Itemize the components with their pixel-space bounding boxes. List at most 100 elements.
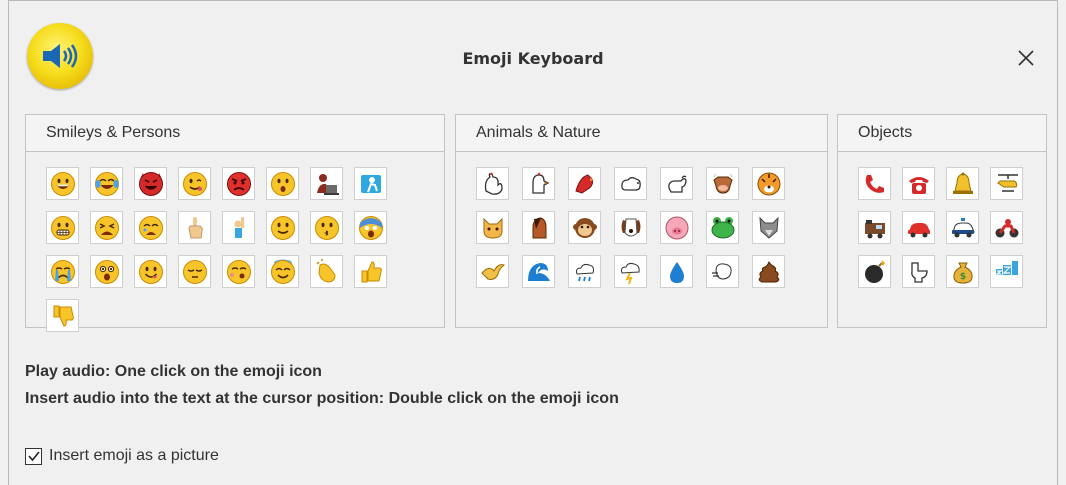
emoji-button-grimacing-face[interactable]	[46, 211, 79, 244]
wind-face-icon	[711, 262, 732, 280]
animals-panel: Animals & Nature	[455, 114, 828, 328]
emoji-button-tired-face[interactable]	[90, 211, 123, 244]
emoji-button-grinning-face[interactable]	[46, 167, 79, 200]
objects-grid: $	[858, 167, 1023, 288]
emoji-button-cloud-with-rain[interactable]	[568, 255, 601, 288]
emoji-button-pensive-face[interactable]	[178, 255, 211, 288]
emoji-button-smiling-face-with-horns[interactable]	[134, 167, 167, 200]
help-insert-audio: Insert audio into the text at the cursor…	[25, 390, 619, 407]
pensive-face-icon	[182, 259, 207, 284]
smileys-panel-title: Smileys & Persons	[26, 115, 444, 152]
rooster-icon	[484, 171, 503, 195]
emoji-button-bird-flying[interactable]	[476, 255, 509, 288]
emoji-button-goat[interactable]	[660, 167, 693, 200]
emoji-button-automobile[interactable]	[902, 211, 935, 244]
droplet-icon	[669, 261, 684, 283]
emoji-button-person-with-laptop[interactable]	[310, 167, 343, 200]
emoji-button-sheep[interactable]	[614, 167, 647, 200]
emoji-button-helicopter[interactable]	[990, 167, 1023, 200]
bird-flying-icon	[480, 263, 505, 280]
emoji-button-toilet[interactable]	[902, 255, 935, 288]
grinning-face-icon	[50, 171, 75, 196]
smiling-face-with-horns-icon	[138, 171, 163, 196]
emoji-button-slightly-smiling-face[interactable]	[266, 211, 299, 244]
kissing-face-icon	[226, 259, 251, 284]
person-walking-icon	[360, 174, 381, 193]
emoji-button-smiling-face-with-halo[interactable]	[266, 255, 299, 288]
emoji-button-money-bag[interactable]: $	[946, 255, 979, 288]
telephone-icon	[908, 176, 929, 194]
insert-picture-checkbox[interactable]	[25, 447, 42, 465]
emoji-button-bomb[interactable]	[858, 255, 891, 288]
emoji-button-monkey-face[interactable]	[568, 211, 601, 244]
emoji-button-astonished-face[interactable]	[90, 255, 123, 288]
emoji-button-raised-finger[interactable]	[178, 211, 211, 244]
emoji-button-frog-face[interactable]	[706, 211, 739, 244]
emoji-button-thumbs-up[interactable]	[354, 255, 387, 288]
insert-picture-option[interactable]: Insert emoji as a picture	[25, 447, 219, 465]
emoji-button-person-walking[interactable]	[354, 167, 387, 200]
emoji-button-rooster[interactable]	[476, 167, 509, 200]
face-blowing-kiss-icon	[314, 215, 339, 240]
emoji-button-telephone-receiver[interactable]	[858, 167, 891, 200]
dog-face-icon	[621, 218, 640, 236]
winking-face-icon	[182, 171, 207, 196]
emoji-button-pile-of-poo[interactable]	[752, 255, 785, 288]
emoji-button-pig-face[interactable]	[660, 211, 693, 244]
horse-face-icon	[532, 216, 546, 238]
smileys-grid	[46, 167, 387, 332]
emoji-button-face-savoring-food[interactable]	[134, 255, 167, 288]
emoji-button-cat-face[interactable]	[476, 211, 509, 244]
emoji-button-wolf-face[interactable]	[752, 211, 785, 244]
emoji-button-crying-face[interactable]	[46, 255, 79, 288]
emoji-button-chicken[interactable]	[522, 167, 555, 200]
emoji-button-angry-face[interactable]	[222, 167, 255, 200]
emoji-button-tiger[interactable]	[752, 167, 785, 200]
emoji-button-police-car[interactable]	[946, 211, 979, 244]
monkey-face-icon	[572, 217, 597, 238]
astonished-face-icon	[94, 259, 119, 284]
bomb-icon	[864, 259, 885, 283]
clapping-hands-icon	[315, 258, 336, 283]
cloud-with-lightning-icon	[620, 262, 640, 284]
person-with-laptop-icon	[316, 173, 339, 195]
svg-text:$: $	[959, 272, 965, 282]
emoji-button-face-with-tears-of-joy[interactable]	[90, 167, 123, 200]
emoji-button-cardinal-bird[interactable]	[568, 167, 601, 200]
emoji-button-horse-face[interactable]	[522, 211, 555, 244]
motorcycle-icon	[995, 218, 1018, 237]
emoji-button-kissing-face[interactable]	[222, 255, 255, 288]
emoji-button-wind-face[interactable]	[706, 255, 739, 288]
money-bag-icon: $	[952, 262, 973, 284]
emoji-button-person-raising-hand[interactable]	[222, 211, 255, 244]
emoji-button-zzz[interactable]	[990, 255, 1023, 288]
toilet-icon	[910, 261, 928, 283]
emoji-button-dog-face[interactable]	[614, 211, 647, 244]
wolf-face-icon	[758, 216, 779, 239]
cardinal-bird-icon	[574, 173, 594, 194]
objects-panel: Objects $	[837, 114, 1047, 328]
close-button[interactable]	[1013, 45, 1039, 71]
emoji-button-face-screaming-in-fear[interactable]	[354, 211, 387, 244]
emoji-button-cloud-with-lightning[interactable]	[614, 255, 647, 288]
emoji-button-water-wave[interactable]	[522, 255, 555, 288]
raised-finger-icon	[188, 216, 203, 238]
tired-face-icon	[94, 215, 119, 240]
water-wave-icon	[527, 262, 550, 281]
emoji-button-weary-face[interactable]	[134, 211, 167, 244]
animals-grid	[476, 167, 785, 288]
emoji-button-hushed-face[interactable]	[266, 167, 299, 200]
face-savoring-food-icon	[138, 259, 163, 284]
emoji-button-cow[interactable]	[706, 167, 739, 200]
emoji-button-winking-face[interactable]	[178, 167, 211, 200]
emoji-button-locomotive[interactable]	[858, 211, 891, 244]
emoji-button-thumbs-down[interactable]	[46, 299, 79, 332]
close-icon	[1018, 50, 1034, 66]
emoji-button-clapping-hands[interactable]	[310, 255, 343, 288]
emoji-button-telephone[interactable]	[902, 167, 935, 200]
emoji-button-droplet[interactable]	[660, 255, 693, 288]
emoji-button-bell[interactable]	[946, 167, 979, 200]
emoji-button-motorcycle[interactable]	[990, 211, 1023, 244]
emoji-button-face-blowing-kiss[interactable]	[310, 211, 343, 244]
zzz-icon	[994, 260, 1018, 275]
